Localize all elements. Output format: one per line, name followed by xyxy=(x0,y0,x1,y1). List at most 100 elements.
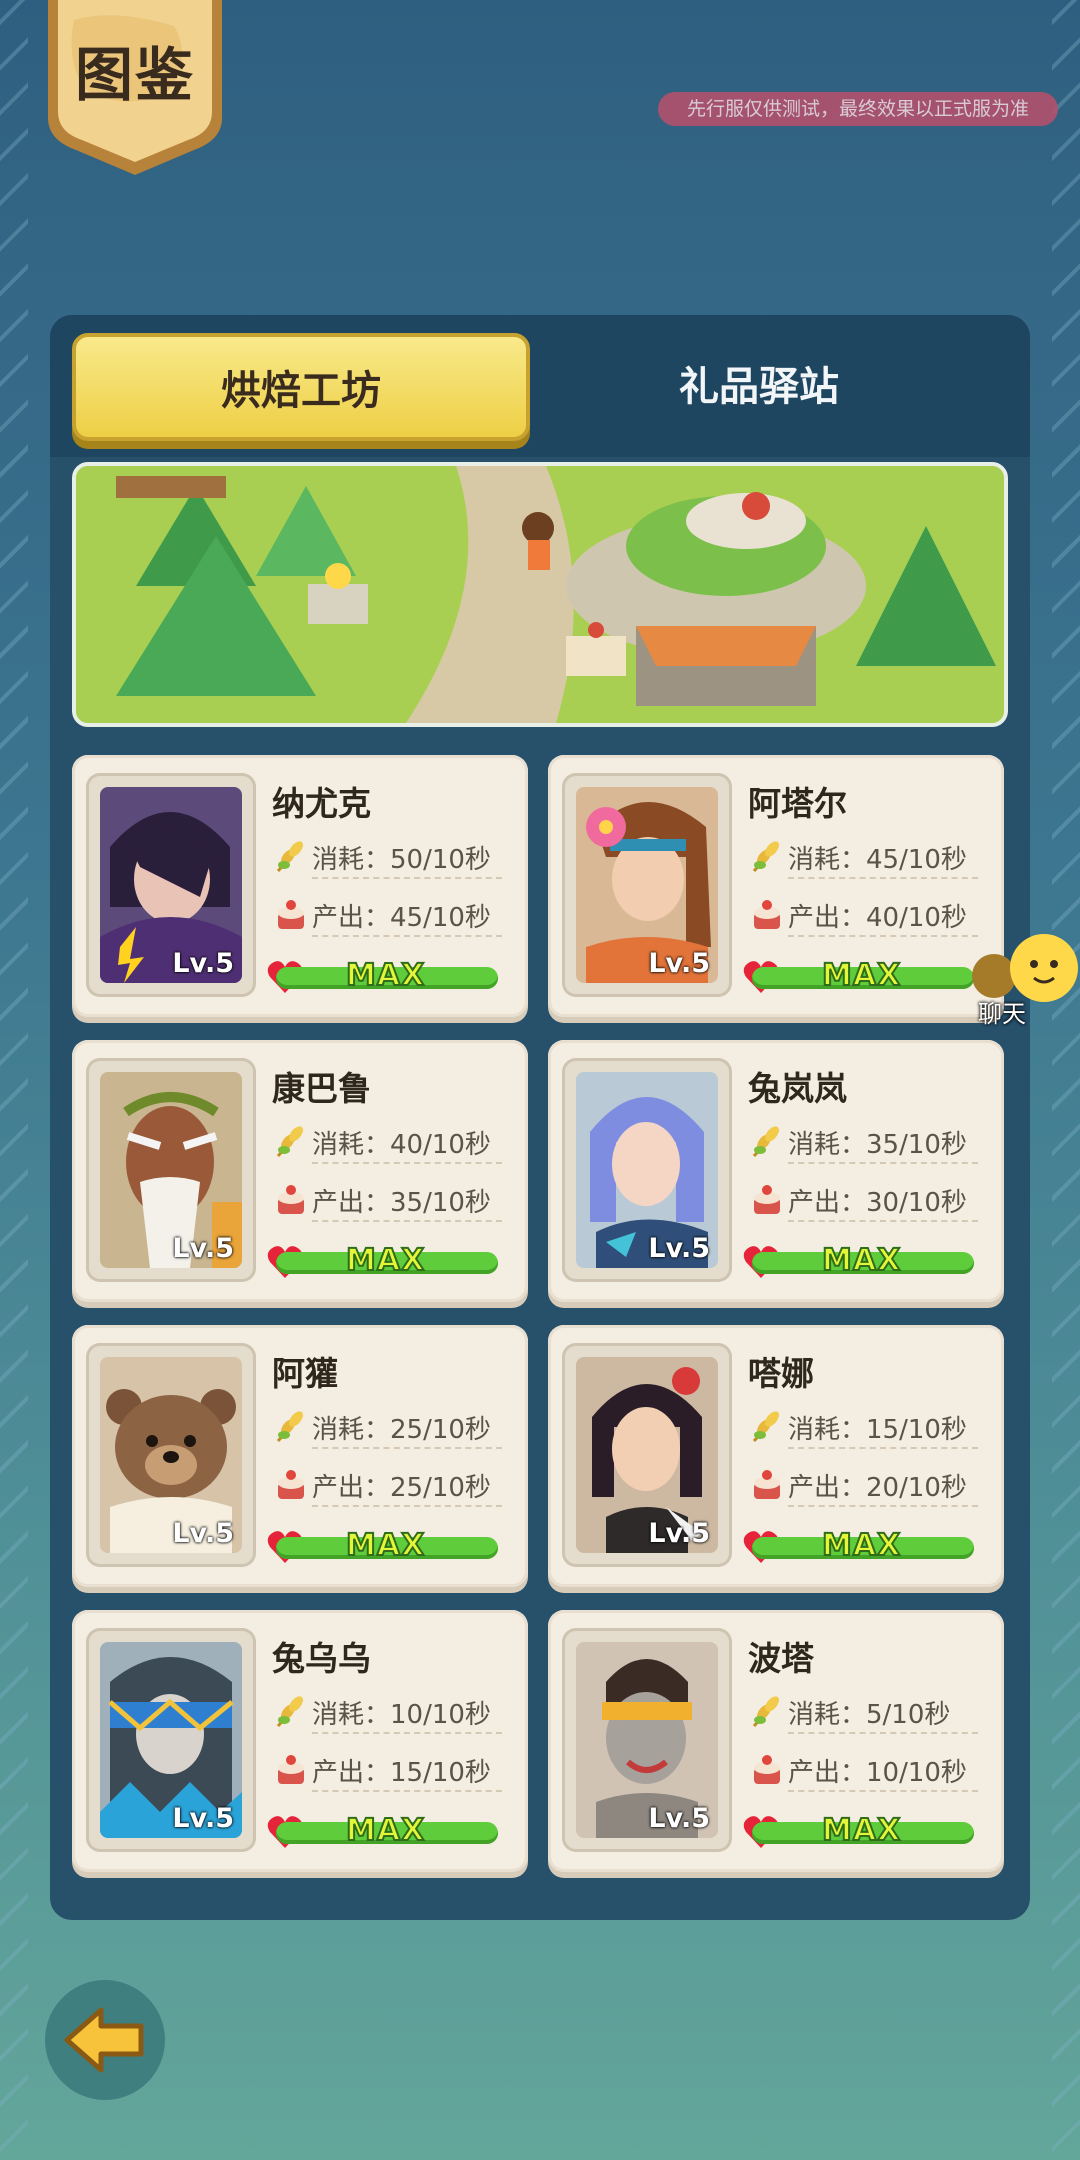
affection-bar: MAX xyxy=(752,1242,974,1279)
wheat-icon xyxy=(276,1411,304,1443)
character-name: 阿塔尔 xyxy=(748,784,847,823)
max-label: MAX xyxy=(821,1812,902,1849)
character-name: 康巴鲁 xyxy=(272,1069,371,1108)
character-card[interactable]: Lv.5 纳尤克 消耗：50/10秒 产出：45/10秒 MAX xyxy=(72,755,528,1017)
portrait-frame: Lv.5 xyxy=(86,1058,256,1282)
max-label: MAX xyxy=(821,1242,902,1279)
consume-row: 消耗：50/10秒 xyxy=(272,833,502,879)
left-border-decoration xyxy=(0,0,28,2160)
cake-icon xyxy=(754,1755,780,1784)
portrait-frame: Lv.5 xyxy=(86,1343,256,1567)
tab-gift-station[interactable]: 礼品驿站 xyxy=(530,333,988,441)
level-badge: Lv.5 xyxy=(648,1518,710,1549)
portrait-frame: Lv.5 xyxy=(562,773,732,997)
character-card[interactable]: Lv.5 康巴鲁 消耗：40/10秒 产出：35/10秒 MAX xyxy=(72,1040,528,1302)
wheat-icon xyxy=(752,841,780,873)
chat-button[interactable]: 聊天 xyxy=(972,928,1080,1028)
max-label: MAX xyxy=(345,1242,426,1279)
character-portrait: Lv.5 xyxy=(100,1072,242,1268)
portrait-frame: Lv.5 xyxy=(562,1628,732,1852)
level-badge: Lv.5 xyxy=(172,948,234,979)
wheat-icon xyxy=(752,1696,780,1728)
chat-label: 聊天 xyxy=(978,1000,1026,1028)
back-button[interactable] xyxy=(45,1980,165,2100)
wheat-icon xyxy=(276,841,304,873)
title-banner: 图鉴 xyxy=(44,0,226,175)
level-badge: Lv.5 xyxy=(172,1233,234,1264)
character-card[interactable]: Lv.5 兔乌乌 消耗：10/10秒 产出：15/10秒 MAX xyxy=(72,1610,528,1872)
cake-icon xyxy=(754,1470,780,1499)
page-title: 图鉴 xyxy=(74,41,195,109)
tab-bar: 烘焙工坊 礼品驿站 xyxy=(50,315,1030,457)
character-name: 阿獾 xyxy=(272,1354,338,1393)
cake-icon xyxy=(278,900,304,929)
level-badge: Lv.5 xyxy=(648,948,710,979)
consume-row: 消耗：40/10秒 xyxy=(272,1118,502,1164)
consume-row: 消耗：15/10秒 xyxy=(748,1403,978,1449)
portrait-frame: Lv.5 xyxy=(86,1628,256,1852)
max-label: MAX xyxy=(345,1812,426,1849)
level-badge: Lv.5 xyxy=(648,1233,710,1264)
character-name: 纳尤克 xyxy=(272,784,371,823)
cake-icon xyxy=(278,1185,304,1214)
character-portrait: Lv.5 xyxy=(576,1642,718,1838)
portrait-frame: Lv.5 xyxy=(86,773,256,997)
character-portrait: Lv.5 xyxy=(100,1642,242,1838)
character-name: 兔岚岚 xyxy=(748,1069,847,1108)
produce-row: 产出：40/10秒 xyxy=(748,891,978,937)
right-border-decoration xyxy=(1052,0,1080,2160)
character-portrait: Lv.5 xyxy=(100,1357,242,1553)
cake-icon xyxy=(754,900,780,929)
tab-bakery[interactable]: 烘焙工坊 xyxy=(72,333,530,441)
character-card[interactable]: Lv.5 阿塔尔 消耗：45/10秒 产出：40/10秒 MAX xyxy=(548,755,1004,1017)
produce-row: 产出：45/10秒 xyxy=(272,891,502,937)
produce-row: 产出：15/10秒 xyxy=(272,1746,502,1792)
consume-row: 消耗：5/10秒 xyxy=(748,1688,978,1734)
level-badge: Lv.5 xyxy=(648,1803,710,1834)
affection-bar: MAX xyxy=(276,957,498,994)
character-card[interactable]: Lv.5 兔岚岚 消耗：35/10秒 产出：30/10秒 MAX xyxy=(548,1040,1004,1302)
wheat-icon xyxy=(276,1696,304,1728)
character-name: 波塔 xyxy=(748,1639,814,1678)
test-server-notice: 先行服仅供测试，最终效果以正式服为准 xyxy=(658,92,1058,126)
cake-icon xyxy=(278,1755,304,1784)
produce-row: 产出：30/10秒 xyxy=(748,1176,978,1222)
max-label: MAX xyxy=(821,957,902,994)
consume-row: 消耗：35/10秒 xyxy=(748,1118,978,1164)
consume-row: 消耗：25/10秒 xyxy=(272,1403,502,1449)
wheat-icon xyxy=(752,1126,780,1158)
character-portrait: Lv.5 xyxy=(576,1357,718,1553)
affection-bar: MAX xyxy=(276,1527,498,1564)
character-card[interactable]: Lv.5 阿獾 消耗：25/10秒 产出：25/10秒 MAX xyxy=(72,1325,528,1587)
max-label: MAX xyxy=(345,1527,426,1564)
consume-row: 消耗：10/10秒 xyxy=(272,1688,502,1734)
character-card[interactable]: Lv.5 波塔 消耗：5/10秒 产出：10/10秒 MAX xyxy=(548,1610,1004,1872)
affection-bar: MAX xyxy=(276,1812,498,1849)
affection-bar: MAX xyxy=(752,957,974,994)
portrait-frame: Lv.5 xyxy=(562,1058,732,1282)
produce-row: 产出：10/10秒 xyxy=(748,1746,978,1792)
character-portrait: Lv.5 xyxy=(576,787,718,983)
character-card[interactable]: Lv.5 嗒娜 消耗：15/10秒 产出：20/10秒 MAX xyxy=(548,1325,1004,1587)
level-badge: Lv.5 xyxy=(172,1803,234,1834)
produce-row: 产出：25/10秒 xyxy=(272,1461,502,1507)
affection-bar: MAX xyxy=(752,1812,974,1849)
consume-row: 消耗：45/10秒 xyxy=(748,833,978,879)
character-name: 嗒娜 xyxy=(748,1354,814,1393)
back-arrow-icon xyxy=(64,2007,144,2073)
affection-bar: MAX xyxy=(752,1527,974,1564)
produce-row: 产出：35/10秒 xyxy=(272,1176,502,1222)
produce-row: 产出：20/10秒 xyxy=(748,1461,978,1507)
portrait-frame: Lv.5 xyxy=(562,1343,732,1567)
cake-icon xyxy=(278,1470,304,1499)
wheat-icon xyxy=(276,1126,304,1158)
wheat-icon xyxy=(752,1411,780,1443)
character-name: 兔乌乌 xyxy=(272,1639,371,1678)
collection-panel: 烘焙工坊 礼品驿站 Lv.5 纳尤克 消耗：50/10秒 产出：45/10秒 M… xyxy=(50,315,1030,1920)
level-badge: Lv.5 xyxy=(172,1518,234,1549)
character-portrait: Lv.5 xyxy=(576,1072,718,1268)
cake-icon xyxy=(754,1185,780,1214)
max-label: MAX xyxy=(345,957,426,994)
bakery-scene-image xyxy=(72,462,1008,727)
affection-bar: MAX xyxy=(276,1242,498,1279)
